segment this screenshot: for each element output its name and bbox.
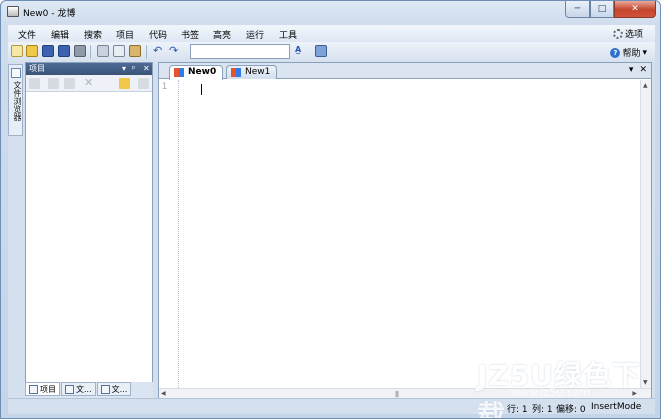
document-icon	[174, 68, 184, 77]
vertical-scrollbar[interactable]: ▲ ▼	[640, 80, 651, 388]
save-all-icon[interactable]	[58, 45, 70, 57]
tab-project-label: 项目	[40, 384, 56, 394]
project-panel-tabs: 项目 文... 文...	[25, 382, 153, 398]
menu-tools[interactable]: 工具	[279, 28, 297, 41]
fold-margin	[178, 80, 179, 388]
line-number: 1	[161, 82, 167, 92]
project-panel-title: 项目	[29, 64, 45, 73]
menu-run[interactable]: 运行	[246, 28, 264, 41]
window-controls: ─ □ ✕	[565, 1, 656, 18]
tab-new0-label: New0	[188, 67, 217, 77]
save-icon[interactable]	[42, 45, 54, 57]
project-remove-icon[interactable]: ✕	[84, 77, 95, 89]
redo-icon[interactable]: ↷	[169, 45, 181, 57]
toolbar-separator	[146, 45, 147, 59]
scroll-up-icon[interactable]: ▲	[643, 82, 648, 89]
toolbar-separator	[90, 45, 91, 59]
maximize-button[interactable]: □	[590, 1, 614, 18]
project-panel: 项目 ▾ ᵖ ✕ ✕	[25, 62, 153, 400]
file-browser-side-tab[interactable]: 文件浏览器	[8, 64, 23, 136]
file-tab-icon	[65, 384, 74, 394]
tab-file-list[interactable]: 文...	[61, 382, 96, 396]
options-label: 选项	[624, 30, 643, 40]
tab-list-icon[interactable]: ▾	[629, 65, 634, 75]
chevron-down-icon: ▾	[642, 47, 647, 58]
open-folder-icon[interactable]	[26, 45, 38, 57]
project-tree[interactable]	[26, 93, 152, 399]
title-bar[interactable]: New0 - 龙博 ─ □ ✕	[1, 1, 660, 23]
project-add-folder-icon[interactable]	[64, 78, 75, 89]
copy-icon[interactable]	[113, 45, 125, 57]
cut-icon[interactable]	[97, 45, 109, 57]
tab-file-list-label: 文...	[76, 384, 92, 394]
tab-project[interactable]: 项目	[25, 382, 60, 396]
help-button[interactable]: ? 帮助 ▾	[610, 46, 647, 59]
minimize-button[interactable]: ─	[565, 1, 590, 18]
file-browser-icon	[11, 68, 21, 78]
tab-new1-label: New1	[245, 67, 271, 77]
help-icon: ?	[610, 47, 621, 58]
tab-file-browser[interactable]: 文...	[96, 382, 132, 396]
panel-menu-icon[interactable]: ▾	[122, 63, 126, 75]
close-tab-icon[interactable]: ✕	[639, 65, 647, 75]
find-icon[interactable]: A̲	[295, 45, 307, 57]
scroll-left-icon[interactable]: ◀	[161, 390, 166, 397]
line-number-gutter: 1	[159, 80, 179, 388]
window-title: New0 - 龙博	[23, 9, 76, 19]
text-caret	[201, 84, 202, 95]
editor-tab-strip: New0 New1 ▾ ✕	[159, 63, 651, 80]
toolbar: ↶ ↷ A̲ ? 帮助 ▾	[8, 42, 655, 62]
options-button[interactable]: 选项	[612, 27, 643, 40]
new-file-icon[interactable]	[11, 45, 23, 57]
menu-highlight[interactable]: 高亮	[213, 28, 231, 41]
editor-pane: New0 New1 ▾ ✕ 1 ▲ ▼ ◀ ||| ▶	[158, 62, 652, 400]
help-label: 帮助	[622, 49, 641, 59]
project-properties-icon[interactable]	[138, 78, 149, 89]
goto-icon[interactable]	[315, 45, 327, 57]
close-icon[interactable]: ✕	[143, 63, 150, 75]
paste-icon[interactable]	[129, 45, 141, 57]
gear-icon	[612, 28, 623, 39]
project-panel-header: 项目 ▾ ᵖ ✕	[26, 63, 152, 75]
tab-file-browser-label: 文...	[111, 384, 128, 394]
menu-file[interactable]: 文件	[18, 28, 36, 41]
close-button[interactable]: ✕	[614, 1, 656, 18]
scroll-grip[interactable]: |||	[395, 391, 399, 398]
tab-new0[interactable]: New0	[169, 65, 224, 80]
pin-icon[interactable]: ᵖ	[132, 63, 135, 75]
menu-bar: 文件 编辑 搜索 项目 代码 书签 高亮 运行 工具 选项	[8, 25, 655, 42]
project-toolbar: ✕	[26, 75, 152, 92]
project-tab-icon	[29, 384, 38, 394]
project-open-icon[interactable]	[119, 78, 130, 89]
print-icon[interactable]	[74, 45, 86, 57]
app-window: New0 - 龙博 ─ □ ✕ 文件 编辑 搜索 项目 代码 书签 高亮 运行 …	[0, 0, 661, 419]
menu-edit[interactable]: 编辑	[51, 28, 69, 41]
menu-search[interactable]: 搜索	[84, 28, 102, 41]
document-icon	[231, 68, 241, 77]
menu-project[interactable]: 项目	[116, 28, 134, 41]
tab-new1[interactable]: New1	[226, 65, 278, 79]
undo-icon[interactable]: ↶	[153, 45, 165, 57]
menu-bookmarks[interactable]: 书签	[181, 28, 199, 41]
project-new-icon[interactable]	[29, 78, 40, 89]
side-tab-label: 文件浏览器	[13, 81, 22, 121]
file-tab-icon	[100, 384, 110, 394]
project-add-icon[interactable]	[48, 78, 59, 89]
app-icon	[7, 6, 19, 17]
search-input[interactable]	[190, 44, 290, 59]
tab-controls: ▾ ✕	[629, 65, 647, 75]
menu-code[interactable]: 代码	[149, 28, 167, 41]
watermark-url: www.jz5u.com	[511, 386, 591, 399]
